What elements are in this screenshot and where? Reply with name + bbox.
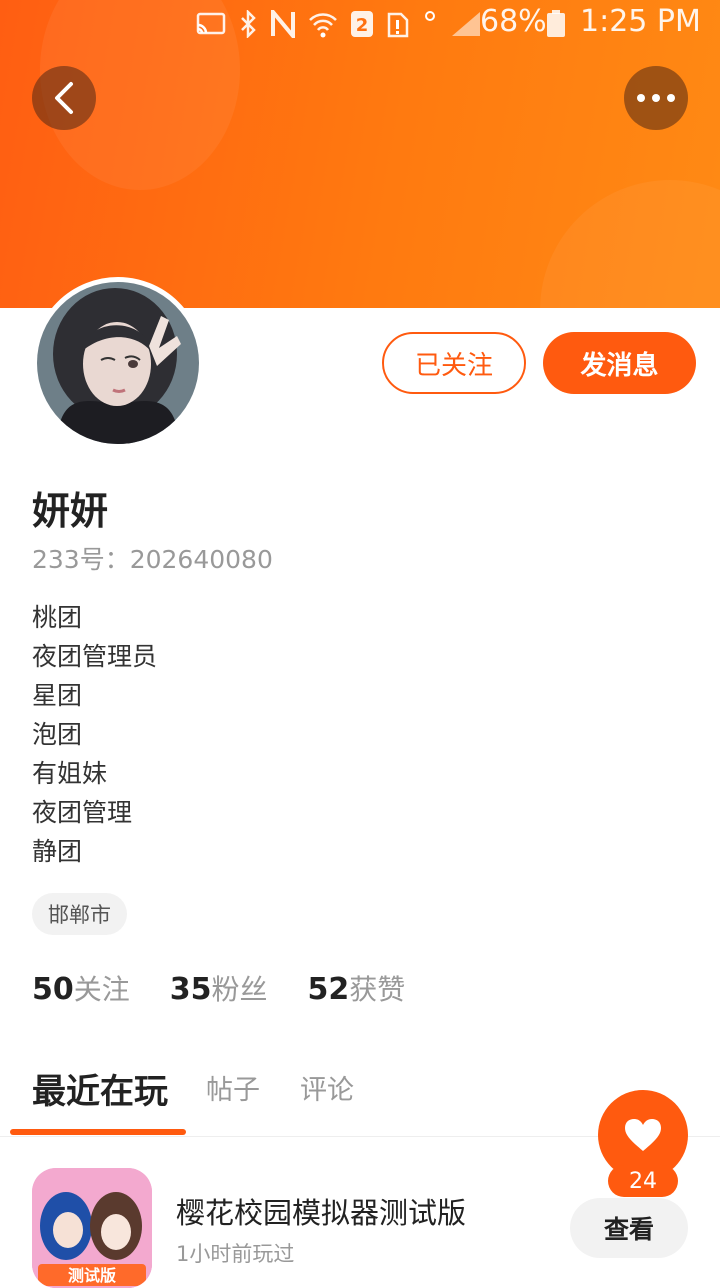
send-message-button[interactable]: 发消息	[543, 332, 696, 394]
bio: 桃团 夜团管理员 星团 泡团 有姐妹 夜团管理 静团	[32, 598, 157, 871]
followed-button[interactable]: 已关注	[382, 332, 526, 394]
avatar[interactable]	[32, 277, 204, 449]
last-played: 1小时前玩过	[176, 1242, 295, 1266]
clock: 1:25 PM	[580, 4, 701, 39]
username: 妍妍	[32, 489, 109, 533]
back-button[interactable]	[32, 66, 96, 130]
stats: 50关注 35粉丝 52获赞	[32, 968, 405, 1008]
tab-posts[interactable]: 帖子	[206, 1068, 260, 1107]
bio-line: 泡团	[32, 720, 83, 749]
following-label: 关注	[73, 973, 130, 1006]
active-tab-indicator	[10, 1129, 186, 1135]
signal-icon	[425, 11, 480, 36]
fans-count: 35	[169, 972, 212, 1007]
sim-alert-icon	[387, 12, 409, 38]
header-decoration	[540, 180, 720, 308]
stat-fans[interactable]: 35粉丝	[170, 968, 268, 1008]
location-tag: 邯郸市	[32, 893, 127, 935]
stat-likes[interactable]: 52获赞	[308, 968, 406, 1008]
bluetooth-icon	[241, 10, 256, 38]
game-icon-badge: 测试版	[68, 1266, 116, 1285]
view-button[interactable]: 查看	[570, 1198, 688, 1258]
avatar-illustration	[37, 282, 199, 444]
fans-label: 粉丝	[211, 973, 268, 1006]
bio-line: 夜团管理员	[32, 642, 158, 671]
tab-comments[interactable]: 评论	[300, 1068, 354, 1107]
tab-recently-played[interactable]: 最近在玩	[32, 1064, 168, 1113]
wifi-icon	[309, 13, 337, 38]
bio-line: 桃团	[32, 603, 83, 632]
more-button[interactable]	[624, 66, 688, 130]
status-icons: 2	[196, 8, 482, 40]
bio-line: 静团	[32, 837, 83, 866]
heart-icon	[625, 1119, 661, 1151]
svg-text:2: 2	[356, 15, 369, 36]
bio-line: 夜团管理	[32, 798, 133, 827]
stat-following[interactable]: 50关注	[32, 968, 130, 1008]
bio-line: 有姐妹	[32, 759, 108, 788]
status-bar: 2 68% 1:25 PM	[0, 0, 720, 48]
cast-icon	[196, 12, 226, 35]
game-icon: 测试版	[32, 1168, 152, 1288]
battery-icon	[547, 10, 565, 37]
nfc-icon	[271, 10, 295, 38]
game-icon-art: 测试版	[32, 1168, 152, 1288]
like-count-badge: 24	[608, 1165, 678, 1197]
user-id: 233号：202640080	[32, 545, 273, 574]
chevron-left-icon	[55, 82, 73, 114]
likes-label: 获赞	[349, 973, 406, 1006]
more-dots-icon	[637, 94, 675, 102]
sim2-icon: 2	[351, 11, 373, 37]
battery-percent: 68%	[480, 4, 547, 39]
game-title: 樱花校园模拟器测试版	[176, 1196, 467, 1230]
likes-count: 52	[307, 972, 350, 1007]
following-count: 50	[32, 972, 74, 1007]
bio-line: 星团	[32, 681, 83, 710]
